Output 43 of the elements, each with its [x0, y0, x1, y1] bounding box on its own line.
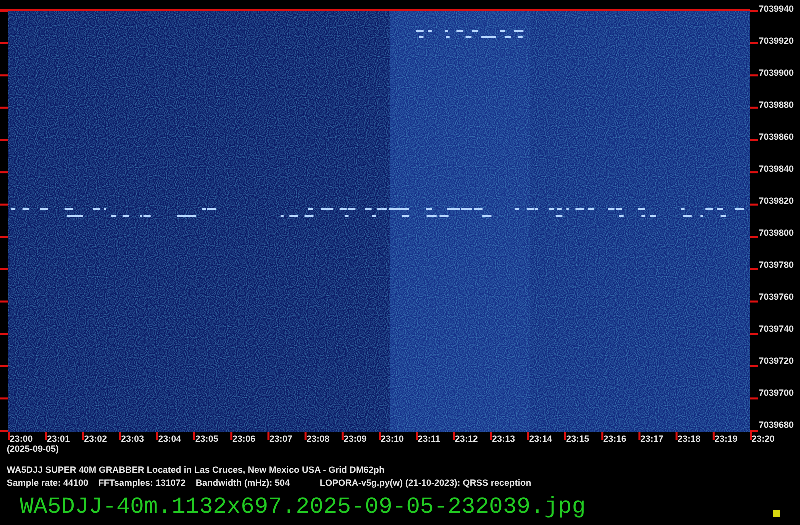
frequency-label: 7039700 [759, 388, 794, 398]
time-label: 23:09 [344, 434, 368, 444]
frequency-label: 7039720 [759, 356, 794, 366]
time-label: 23:15 [566, 434, 590, 444]
time-label: 23:00 [10, 434, 34, 444]
time-label: 23:10 [380, 434, 405, 444]
time-label: 23:19 [714, 434, 739, 444]
frequency-label: 7039880 [759, 100, 794, 110]
frequency-label: 7039760 [759, 292, 794, 302]
time-label: 23:11 [418, 434, 442, 444]
time-label: 23:04 [158, 434, 182, 444]
frequency-label: 7039900 [759, 68, 794, 78]
time-label: 23:03 [121, 434, 146, 444]
time-label: 23:12 [455, 434, 480, 444]
time-label: 23:06 [232, 434, 257, 444]
frequency-label: 7039740 [759, 324, 794, 334]
time-label: 23:14 [529, 434, 554, 444]
time-label: 23:20 [752, 434, 776, 444]
bandwidth-text: Bandwidth (mHz): 504 [196, 477, 290, 490]
software-text: LOPORA-v5g.py(w) (21-10-2023): QRSS reception [320, 477, 532, 490]
time-label: 23:07 [270, 434, 294, 444]
sample-rate-text: Sample rate: 44100 [7, 477, 89, 490]
station-caption: WA5DJJ SUPER 40M GRABBER Located in Las Cruces, New Mexico USA - Grid DM62ph [6, 464, 386, 477]
date-label: (2025-09-05) [6, 444, 60, 454]
time-label: 23:02 [84, 434, 108, 444]
time-label: 23:16 [604, 434, 628, 444]
time-label: 23:01 [47, 434, 72, 444]
frequency-label: 7039860 [759, 132, 794, 142]
fft-samples-text: FFTsamples: 131072 [98, 477, 186, 490]
time-label: 23:18 [678, 434, 702, 444]
filename-text: WA5DJJ-40m.1132x697.2025-09-05-232039.jpg [19, 494, 586, 520]
frequency-label: 7039920 [759, 36, 794, 46]
time-label: 23:13 [492, 434, 516, 444]
time-label: 23:08 [306, 434, 331, 444]
frequency-label: 7039940 [759, 4, 794, 14]
frequency-label: 7039800 [759, 228, 794, 238]
time-label: 23:17 [640, 434, 665, 444]
frequency-label: 7039780 [759, 260, 794, 270]
frequency-label: 7039840 [759, 164, 794, 174]
frequency-label: 7039680 [759, 420, 794, 430]
square-icon [773, 510, 780, 517]
frequency-label: 7039820 [759, 196, 794, 206]
time-label: 23:05 [195, 434, 220, 444]
